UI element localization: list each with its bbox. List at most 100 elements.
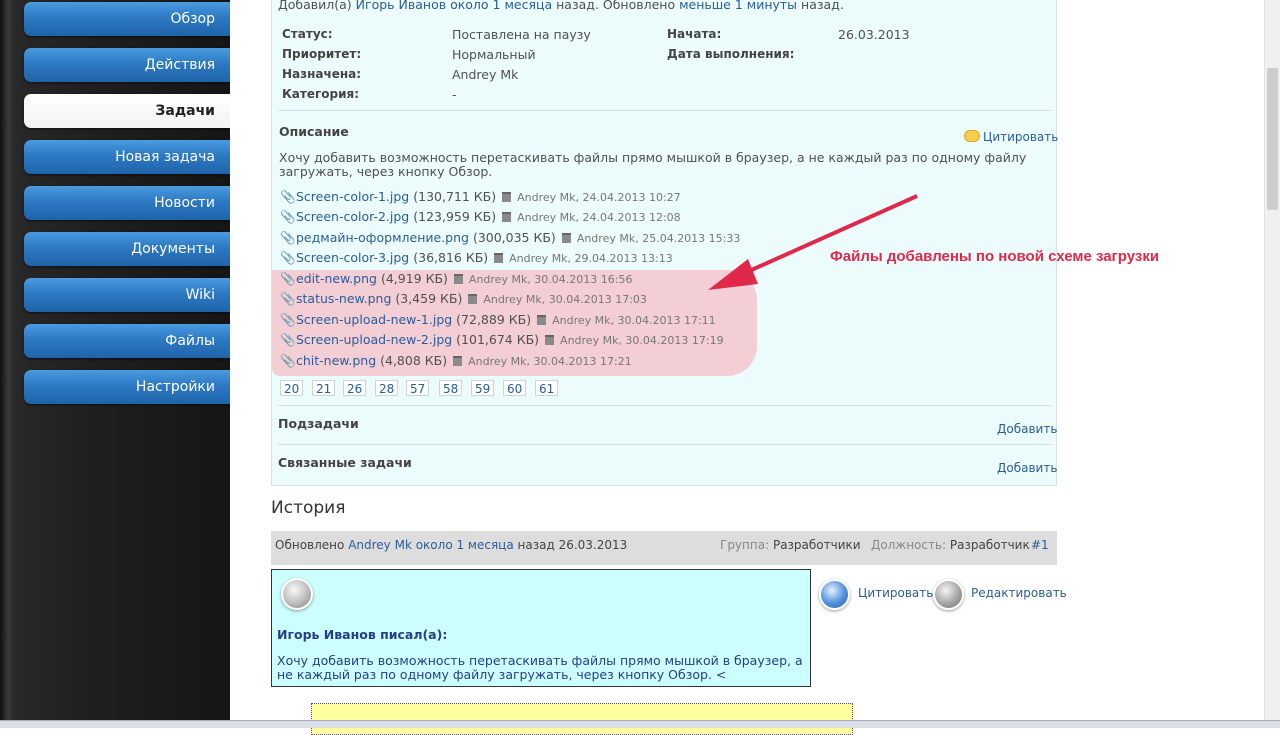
attachment-meta: Andrey Mk, 30.04.2013 17:21 (468, 355, 632, 368)
attachment-row: 📎Screen-color-3.jpg (36,816 КБ) Andrey Mk… (280, 250, 673, 268)
trash-icon[interactable] (453, 356, 463, 366)
trash-icon[interactable] (545, 335, 555, 345)
attachment-link[interactable]: Screen-upload-new-2.jpg (296, 332, 452, 347)
group-label: Группа: (720, 538, 770, 552)
paperclip-icon: 📎 (280, 332, 296, 347)
attachment-size: (300,035 КБ) (472, 230, 556, 245)
added-when-link[interactable]: около 1 месяца (450, 0, 552, 12)
attachment-row: 📎chit-new.png (4,808 КБ) Andrey Mk, 30.04… (280, 353, 632, 371)
attachment-link[interactable]: Screen-color-2.jpg (296, 209, 409, 224)
added-suffix: назад. (801, 0, 844, 12)
attachment-meta: Andrey Mk, 29.04.2013 13:13 (509, 252, 673, 265)
author-link[interactable]: Игорь Иванов (356, 0, 446, 12)
journal-quote-link[interactable]: Цитировать (858, 586, 933, 600)
annotation-text: Файлы добавлены по новой схеме загрузки (830, 248, 1160, 265)
related-title: Связанные задачи (278, 455, 412, 470)
priority-value: Нормальный (452, 47, 536, 62)
revision-link[interactable]: 60 (503, 380, 527, 396)
revision-link[interactable]: 58 (439, 380, 463, 396)
journal-number-link[interactable]: #1 (1031, 538, 1049, 552)
paperclip-icon: 📎 (280, 189, 296, 204)
journal-updated: Обновлено Andrey Mk около 1 месяца назад… (275, 538, 627, 552)
trash-icon[interactable] (453, 274, 463, 284)
trash-icon[interactable] (502, 192, 512, 202)
divider (278, 444, 1052, 445)
due-date-label: Дата выполнения: (667, 47, 795, 61)
paperclip-icon: 📎 (280, 271, 296, 286)
nav-item-files[interactable]: Файлы (24, 324, 230, 358)
quote-line-1: Хочу добавить возможность перетаскивать … (277, 653, 803, 668)
attachment-link[interactable]: status-new.png (296, 291, 391, 306)
attachment-link[interactable]: chit-new.png (296, 353, 376, 368)
assigned-link[interactable]: Andrey Mk (452, 67, 518, 82)
attachment-size: (130,711 КБ) (413, 189, 497, 204)
attachment-link[interactable]: Screen-color-1.jpg (296, 189, 409, 204)
add-relation-link[interactable]: Добавить (997, 461, 1057, 475)
revision-link[interactable]: 20 (280, 380, 304, 396)
paperclip-icon: 📎 (280, 312, 296, 327)
updated-when-link[interactable]: меньше 1 минуты (679, 0, 797, 12)
attachment-row: 📎Screen-upload-new-1.jpg (72,889 КБ) Andr… (280, 312, 716, 330)
nav-item-news[interactable]: Новости (24, 186, 230, 220)
attachment-size: (4,808 КБ) (380, 353, 448, 368)
trash-icon[interactable] (537, 315, 547, 325)
trash-icon[interactable] (494, 253, 504, 263)
attachment-meta: Andrey Mk, 30.04.2013 17:03 (483, 293, 647, 306)
quote-description-link[interactable]: Цитировать (964, 130, 1058, 144)
paperclip-icon: 📎 (280, 209, 296, 224)
nav-item-issues[interactable]: Задачи (24, 94, 230, 128)
attachment-row: 📎Screen-color-1.jpg (130,711 КБ) Andrey M… (280, 189, 681, 207)
nav-item-documents[interactable]: Документы (24, 232, 230, 266)
quote-icon[interactable] (819, 579, 850, 610)
attachment-row: 📎Screen-color-2.jpg (123,959 КБ) Andrey M… (280, 209, 681, 227)
trash-icon[interactable] (561, 233, 571, 243)
quote-author: Игорь Иванов писал(а): (277, 627, 448, 642)
journal-edit-link[interactable]: Редактировать (971, 586, 1067, 600)
revision-link[interactable]: 57 (406, 380, 430, 396)
description-title: Описание (279, 124, 349, 139)
added-prefix: Добавил(а) (278, 0, 352, 12)
journal-date: назад 26.03.2013 (517, 538, 628, 552)
quote-link-text[interactable]: Цитировать (983, 130, 1058, 144)
nav-item-wiki[interactable]: Wiki (24, 278, 230, 312)
journal-when-link[interactable]: около 1 месяца (416, 538, 514, 552)
revision-link[interactable]: 59 (471, 380, 495, 396)
nav-item-overview[interactable]: Обзор (24, 2, 230, 36)
attachment-link[interactable]: Screen-upload-new-1.jpg (296, 312, 452, 327)
attachment-row: 📎Screen-upload-new-2.jpg (101,674 КБ) And… (280, 332, 724, 350)
attachment-meta: Andrey Mk, 30.04.2013 17:11 (552, 314, 716, 327)
paperclip-icon: 📎 (280, 291, 296, 306)
revision-link[interactable]: 61 (535, 380, 559, 396)
trash-icon[interactable] (468, 294, 478, 304)
scrollbar-thumb[interactable] (1267, 68, 1278, 210)
attachment-row: 📎status-new.png (3,459 КБ) Andrey Mk, 30.… (280, 291, 647, 309)
attachment-size: (123,959 КБ) (413, 209, 497, 224)
nav-item-activity[interactable]: Действия (24, 48, 230, 82)
attachment-size: (4,919 КБ) (380, 271, 448, 286)
journal-role: Должность: Разработчик (871, 538, 1030, 552)
journal-user-link[interactable]: Andrey Mk (348, 538, 412, 552)
add-subtask-link[interactable]: Добавить (997, 422, 1057, 436)
attachment-size: (101,674 КБ) (456, 332, 540, 347)
attachment-meta: Andrey Mk, 24.04.2013 10:27 (517, 191, 681, 204)
sidebar: Обзор Действия Задачи Новая задача Новос… (0, 0, 230, 727)
attachment-row: 📎edit-new.png (4,919 КБ) Andrey Mk, 30.04… (280, 271, 633, 289)
attachment-row: 📎редмайн-оформление.png (300,035 КБ) Andr… (280, 230, 740, 248)
trash-icon[interactable] (502, 212, 512, 222)
nav-item-settings[interactable]: Настройки (24, 370, 230, 404)
vertical-scrollbar[interactable] (1264, 0, 1280, 727)
speech-bubble-icon (964, 130, 980, 142)
nav-item-new-issue[interactable]: Новая задача (24, 140, 230, 174)
revision-link[interactable]: 28 (375, 380, 399, 396)
pencil-icon[interactable] (933, 579, 964, 610)
attachment-link[interactable]: редмайн-оформление.png (296, 230, 469, 245)
attachment-size: (72,889 КБ) (456, 312, 532, 327)
revision-link[interactable]: 26 (343, 380, 367, 396)
start-date-value: 26.03.2013 (838, 27, 910, 42)
quote-line-2: не каждый раз по одному файлу загружать,… (277, 667, 727, 682)
issue-author-line: Добавил(а) Игорь Иванов около 1 месяца н… (278, 0, 844, 12)
description-line-2: загружать, через кнопку Обзор. (279, 164, 493, 179)
revision-link[interactable]: 21 (312, 380, 336, 396)
attachment-link[interactable]: Screen-color-3.jpg (296, 250, 409, 265)
attachment-link[interactable]: edit-new.png (296, 271, 377, 286)
